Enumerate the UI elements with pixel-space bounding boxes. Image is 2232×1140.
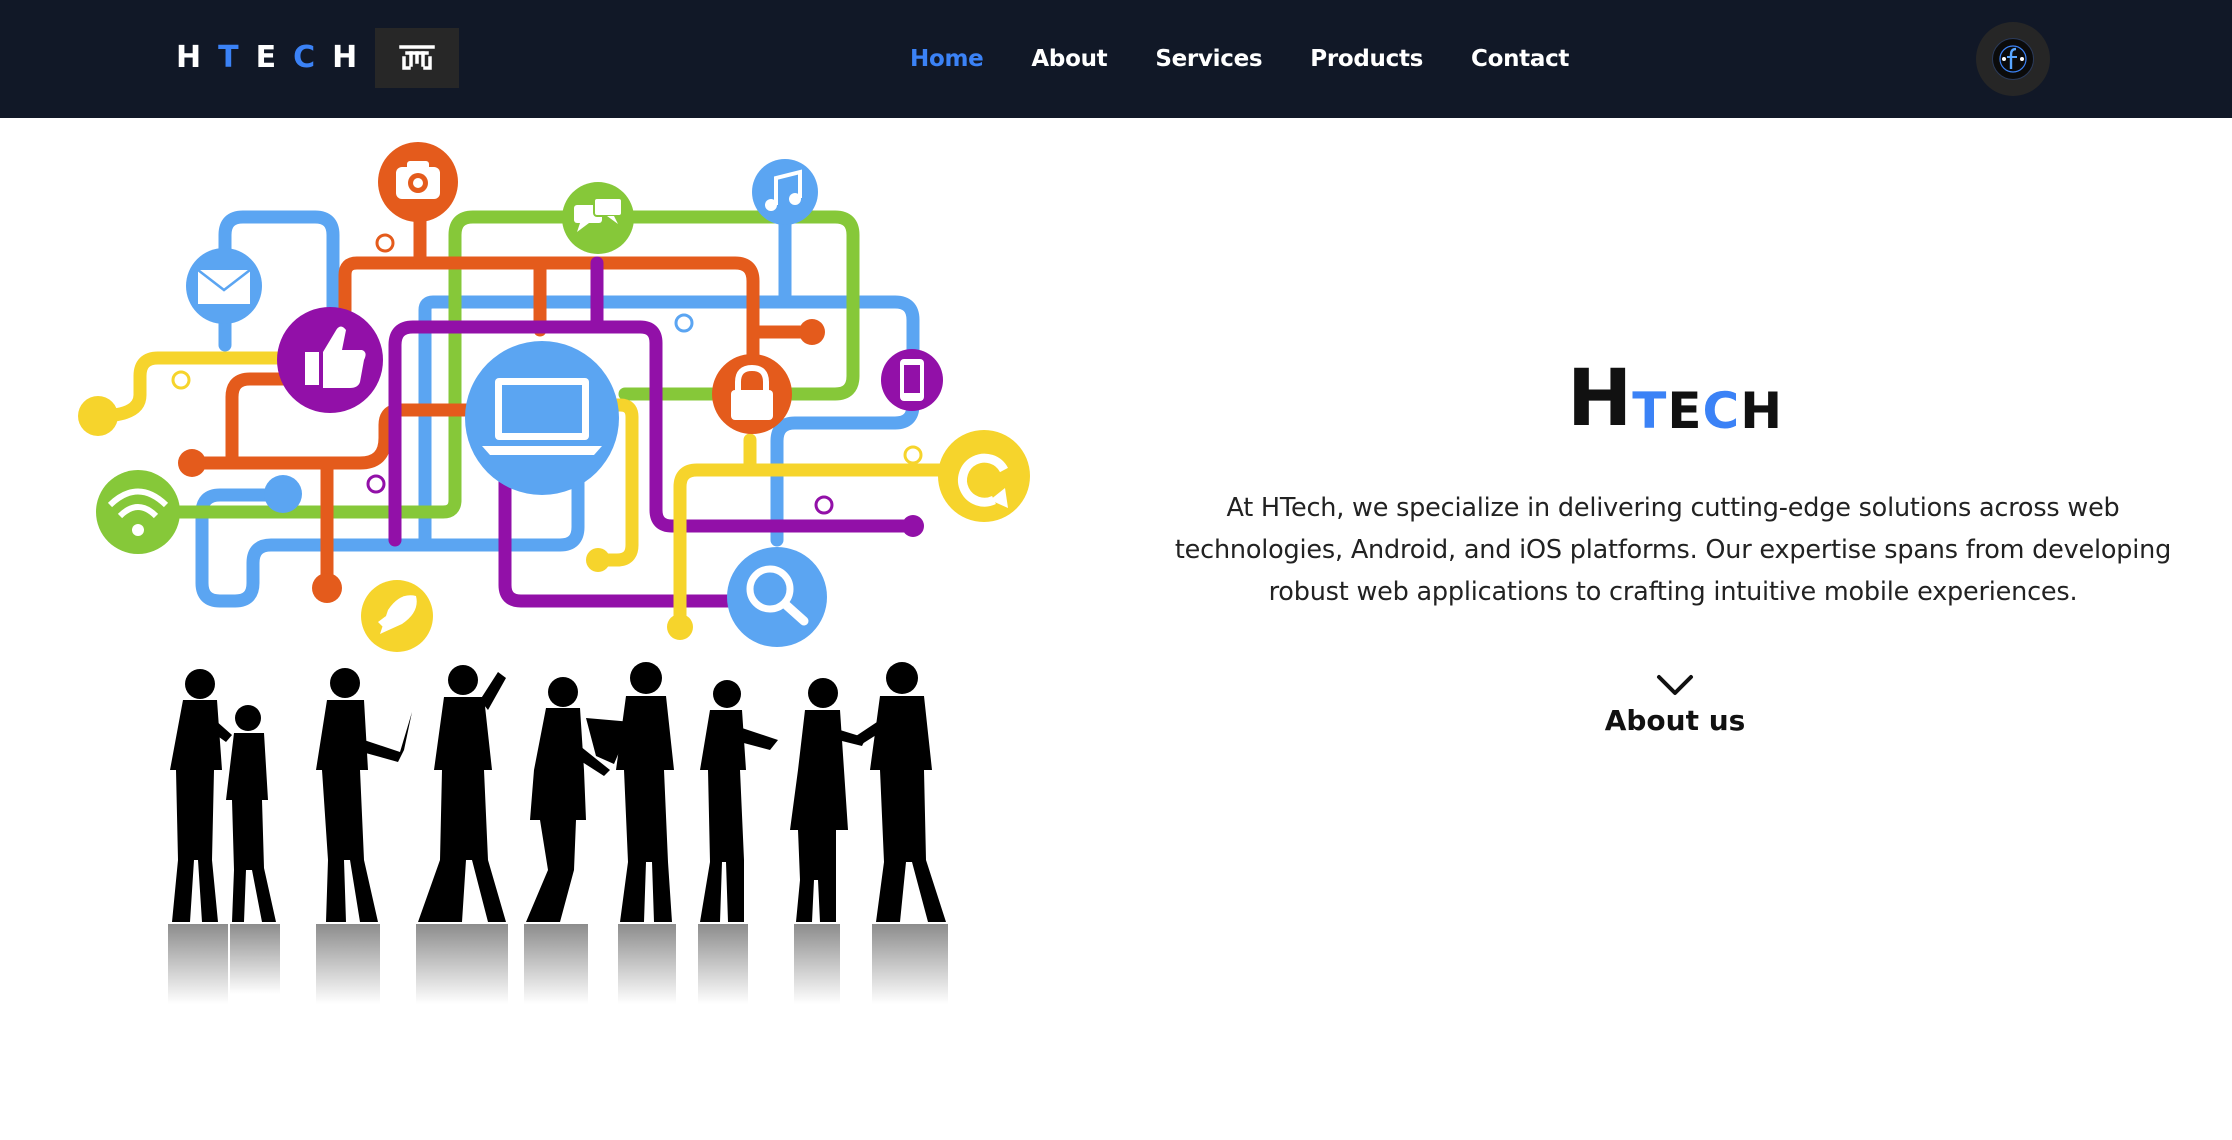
about-us-scroll-link[interactable]: About us xyxy=(1550,672,1800,737)
brand-wordmark: H T E C H xyxy=(176,43,357,73)
brand-letter: H xyxy=(332,40,358,75)
hero-title: H T E C H xyxy=(1567,360,1782,440)
nav-products-link[interactable]: Products xyxy=(1310,46,1423,72)
brand-letter: T xyxy=(218,40,239,75)
profile-avatar-icon xyxy=(1992,38,2034,80)
phone-icon xyxy=(881,349,943,411)
hero-title-letter: H xyxy=(1740,382,1784,440)
lock-icon xyxy=(712,354,792,434)
about-us-label: About us xyxy=(1604,704,1746,737)
top-navbar: H T E C H Home About Services Products C… xyxy=(0,0,2232,118)
nav-contact-link[interactable]: Contact xyxy=(1471,46,1569,72)
silhouettes-reflection xyxy=(168,924,948,1004)
chevron-down-icon xyxy=(1657,675,1693,695)
main-nav: Home About Services Products Contact xyxy=(910,0,1617,118)
wifi-icon xyxy=(96,470,180,554)
hero-title-initial: H xyxy=(1566,354,1633,444)
profile-button[interactable] xyxy=(1976,22,2050,96)
htech-logo-icon xyxy=(375,28,460,88)
brand-logo-link[interactable]: H T E C H xyxy=(176,26,460,90)
refresh-icon xyxy=(938,430,1030,522)
nav-services-link[interactable]: Services xyxy=(1155,46,1262,72)
search-icon xyxy=(727,547,827,647)
brand-letter: E xyxy=(255,40,277,75)
laptop-icon xyxy=(465,341,619,495)
rocket-icon xyxy=(361,580,433,652)
camera-icon xyxy=(378,142,458,222)
brand-letter: C xyxy=(293,40,316,75)
hero-illustration xyxy=(70,132,1040,1012)
mail-icon xyxy=(186,248,262,324)
hero-description: At HTech, we specialize in delivering cu… xyxy=(1174,493,2172,607)
brand-letter: H xyxy=(176,40,202,75)
hero-title-letter: T xyxy=(1632,382,1668,440)
hero-title-letter: E xyxy=(1667,382,1703,440)
music-icon xyxy=(752,159,818,225)
nav-home-link[interactable]: Home xyxy=(910,46,984,72)
chat-icon xyxy=(562,182,634,254)
people-silhouettes xyxy=(170,662,946,922)
nav-about-link[interactable]: About xyxy=(1031,46,1107,72)
hero-title-letter: C xyxy=(1702,382,1741,440)
thumbs-up-icon xyxy=(277,307,383,413)
